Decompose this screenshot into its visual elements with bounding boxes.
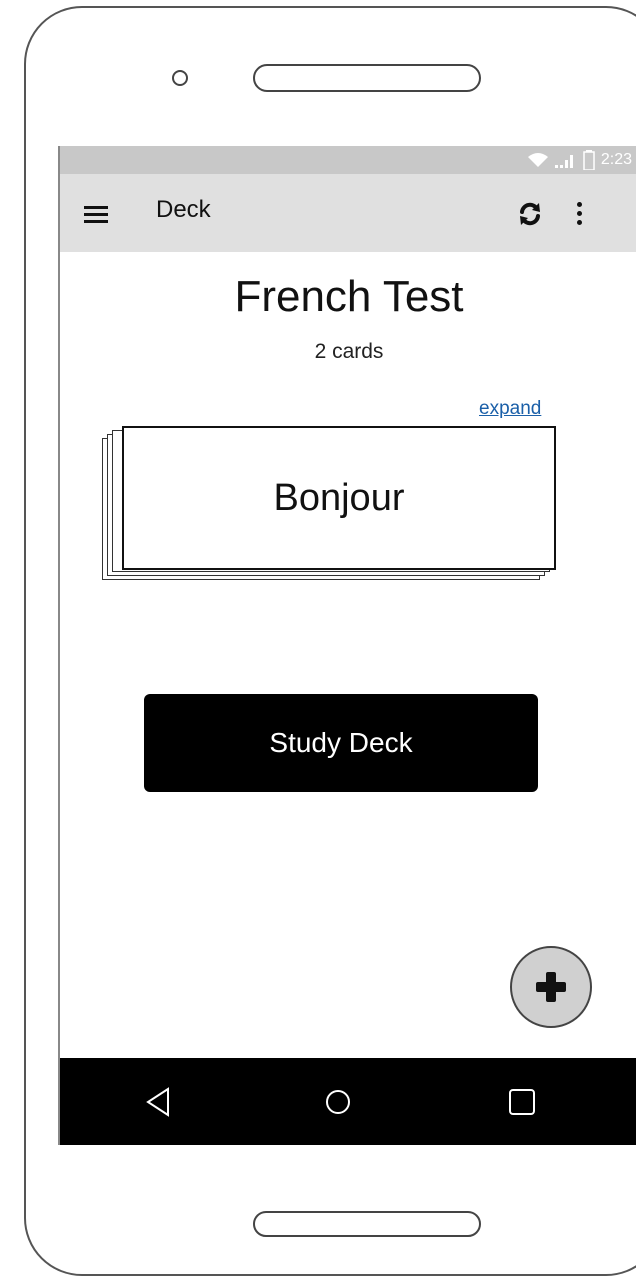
status-bar: 2:23 [60, 146, 636, 174]
top-card[interactable]: Bonjour [122, 426, 556, 570]
back-triangle-icon [146, 1086, 169, 1117]
more-vertical-icon[interactable] [576, 202, 584, 226]
top-card-text: Bonjour [273, 476, 405, 519]
signal-icon [554, 155, 573, 168]
sync-icon[interactable] [516, 200, 544, 228]
plus-icon [536, 972, 566, 1002]
wifi-icon [527, 153, 548, 167]
recents-square-icon [509, 1088, 535, 1115]
expand-link[interactable]: expand [479, 398, 541, 420]
deck-card-count: 2 cards [314, 340, 384, 363]
battery-icon [583, 150, 595, 170]
screen: 2:23 Deck French Test 2 cards expand Bon… [58, 146, 636, 1145]
status-time: 2:23 [600, 151, 632, 168]
study-deck-button[interactable]: Study Deck [144, 694, 538, 792]
card-stack[interactable]: Bonjour [102, 426, 556, 580]
nav-recents-button[interactable] [472, 1058, 572, 1145]
study-deck-button-label: Study Deck [269, 727, 413, 758]
nav-home-button[interactable] [288, 1058, 388, 1145]
nav-back-button[interactable] [108, 1058, 208, 1145]
deck-title: French Test [234, 272, 464, 321]
hamburger-menu-icon[interactable] [84, 206, 108, 226]
add-card-fab[interactable] [510, 946, 592, 1028]
navigation-bar [60, 1058, 636, 1145]
camera-icon [172, 70, 188, 86]
app-bar-title: Deck [156, 196, 211, 223]
home-circle-icon [326, 1089, 350, 1114]
physical-home-slot [253, 1211, 481, 1237]
speaker-grille [253, 64, 481, 92]
app-bar: Deck [60, 174, 636, 252]
